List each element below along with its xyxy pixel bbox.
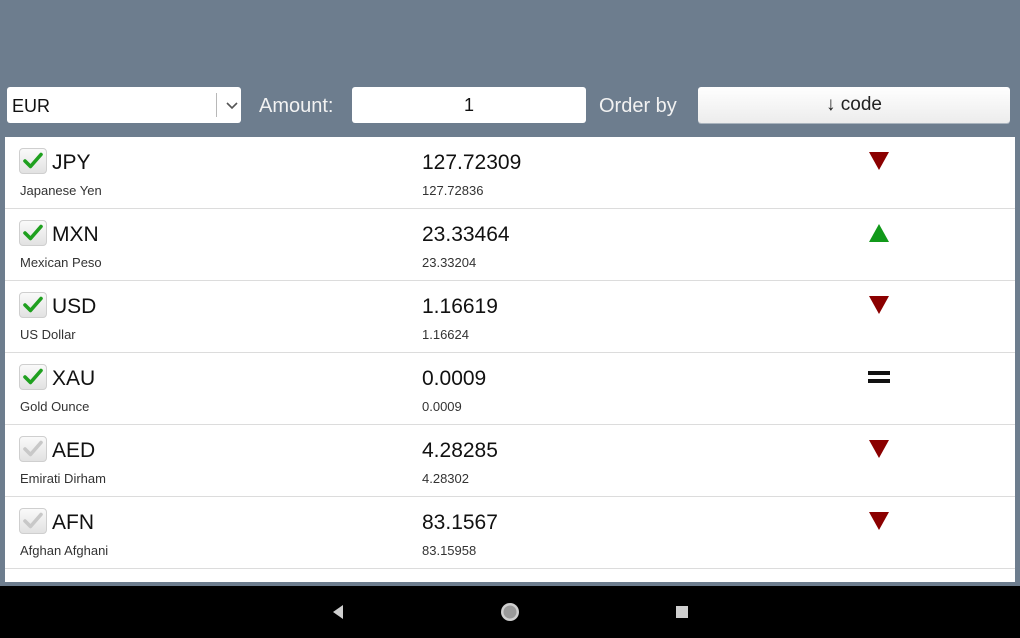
currency-name: Mexican Peso (20, 255, 102, 270)
previous-rate: 127.72836 (422, 183, 484, 198)
currency-name: Afghan Afghani (20, 543, 109, 558)
currency-code: JPY (52, 151, 91, 174)
back-icon[interactable] (326, 600, 350, 629)
previous-rate: 0.0009 (422, 399, 462, 414)
exchange-rate: 23.33464 (422, 223, 510, 246)
checkmark-icon (23, 440, 43, 457)
previous-rate: 23.33204 (422, 255, 477, 270)
home-icon[interactable] (498, 600, 522, 629)
checkmark-icon (23, 152, 43, 169)
checkmark-icon (23, 512, 43, 529)
currency-row[interactable]: JPY Japanese Yen 127.72309 127.72836 (5, 137, 1015, 209)
currency-code: USD (52, 295, 97, 318)
currency-row[interactable]: AFN Afghan Afghani 83.1567 83.15958 (5, 497, 1015, 569)
currency-name: US Dollar (20, 327, 76, 342)
checkbox[interactable] (19, 292, 47, 318)
triangle-down-icon (867, 293, 891, 317)
currency-row[interactable]: AED Emirati Dirham 4.28285 4.28302 (5, 425, 1015, 497)
previous-rate: 1.16624 (422, 327, 469, 342)
exchange-rate: 83.1567 (422, 511, 498, 534)
currency-row[interactable]: USD US Dollar 1.16619 1.16624 (5, 281, 1015, 353)
checkbox[interactable] (19, 220, 47, 246)
triangle-down-icon (867, 149, 891, 173)
navigation-bar (0, 586, 1020, 638)
exchange-rate: 1.16619 (422, 295, 498, 318)
previous-rate: 4.28302 (422, 471, 469, 486)
recents-icon[interactable] (670, 600, 694, 629)
chevron-down-icon[interactable] (223, 91, 241, 119)
triangle-down-icon (867, 509, 891, 533)
currency-name: Japanese Yen (20, 183, 102, 198)
currency-row[interactable]: MXN Mexican Peso 23.33464 23.33204 (5, 209, 1015, 281)
amount-label: Amount: (259, 95, 334, 117)
triangle-up-icon (867, 221, 891, 245)
currency-row[interactable]: XAU Gold Ounce 0.0009 0.0009 (5, 353, 1015, 425)
currency-code: MXN (52, 223, 99, 246)
currency-code: AED (52, 439, 96, 462)
checkbox[interactable] (19, 148, 47, 174)
currency-code: AFN (52, 511, 94, 534)
toolbar: EUR Amount: Order by ↓ code (0, 86, 1020, 126)
exchange-rate: 4.28285 (422, 439, 498, 462)
checkbox[interactable] (19, 364, 47, 390)
exchange-rate: 127.72309 (422, 151, 522, 174)
checkmark-icon (23, 224, 43, 241)
amount-input[interactable] (352, 87, 586, 123)
select-divider (216, 93, 217, 117)
currency-name: Gold Ounce (20, 399, 90, 414)
order-by-button[interactable]: ↓ code (698, 87, 1010, 123)
currency-name: Emirati Dirham (20, 471, 106, 486)
order-by-label: Order by (599, 95, 677, 117)
currency-select-value: EUR (12, 96, 51, 116)
checkmark-icon (23, 296, 43, 313)
currency-select[interactable]: EUR (7, 87, 241, 123)
triangle-down-icon (867, 437, 891, 461)
equals-icon (867, 365, 891, 389)
currency-code: XAU (52, 367, 96, 390)
previous-rate: 83.15958 (422, 543, 477, 558)
checkmark-icon (23, 368, 43, 385)
checkbox[interactable] (19, 436, 47, 462)
checkbox[interactable] (19, 508, 47, 534)
currency-list[interactable]: JPY Japanese Yen 127.72309 127.72836 MXN Mexi… (5, 137, 1015, 582)
exchange-rate: 0.0009 (422, 367, 487, 390)
